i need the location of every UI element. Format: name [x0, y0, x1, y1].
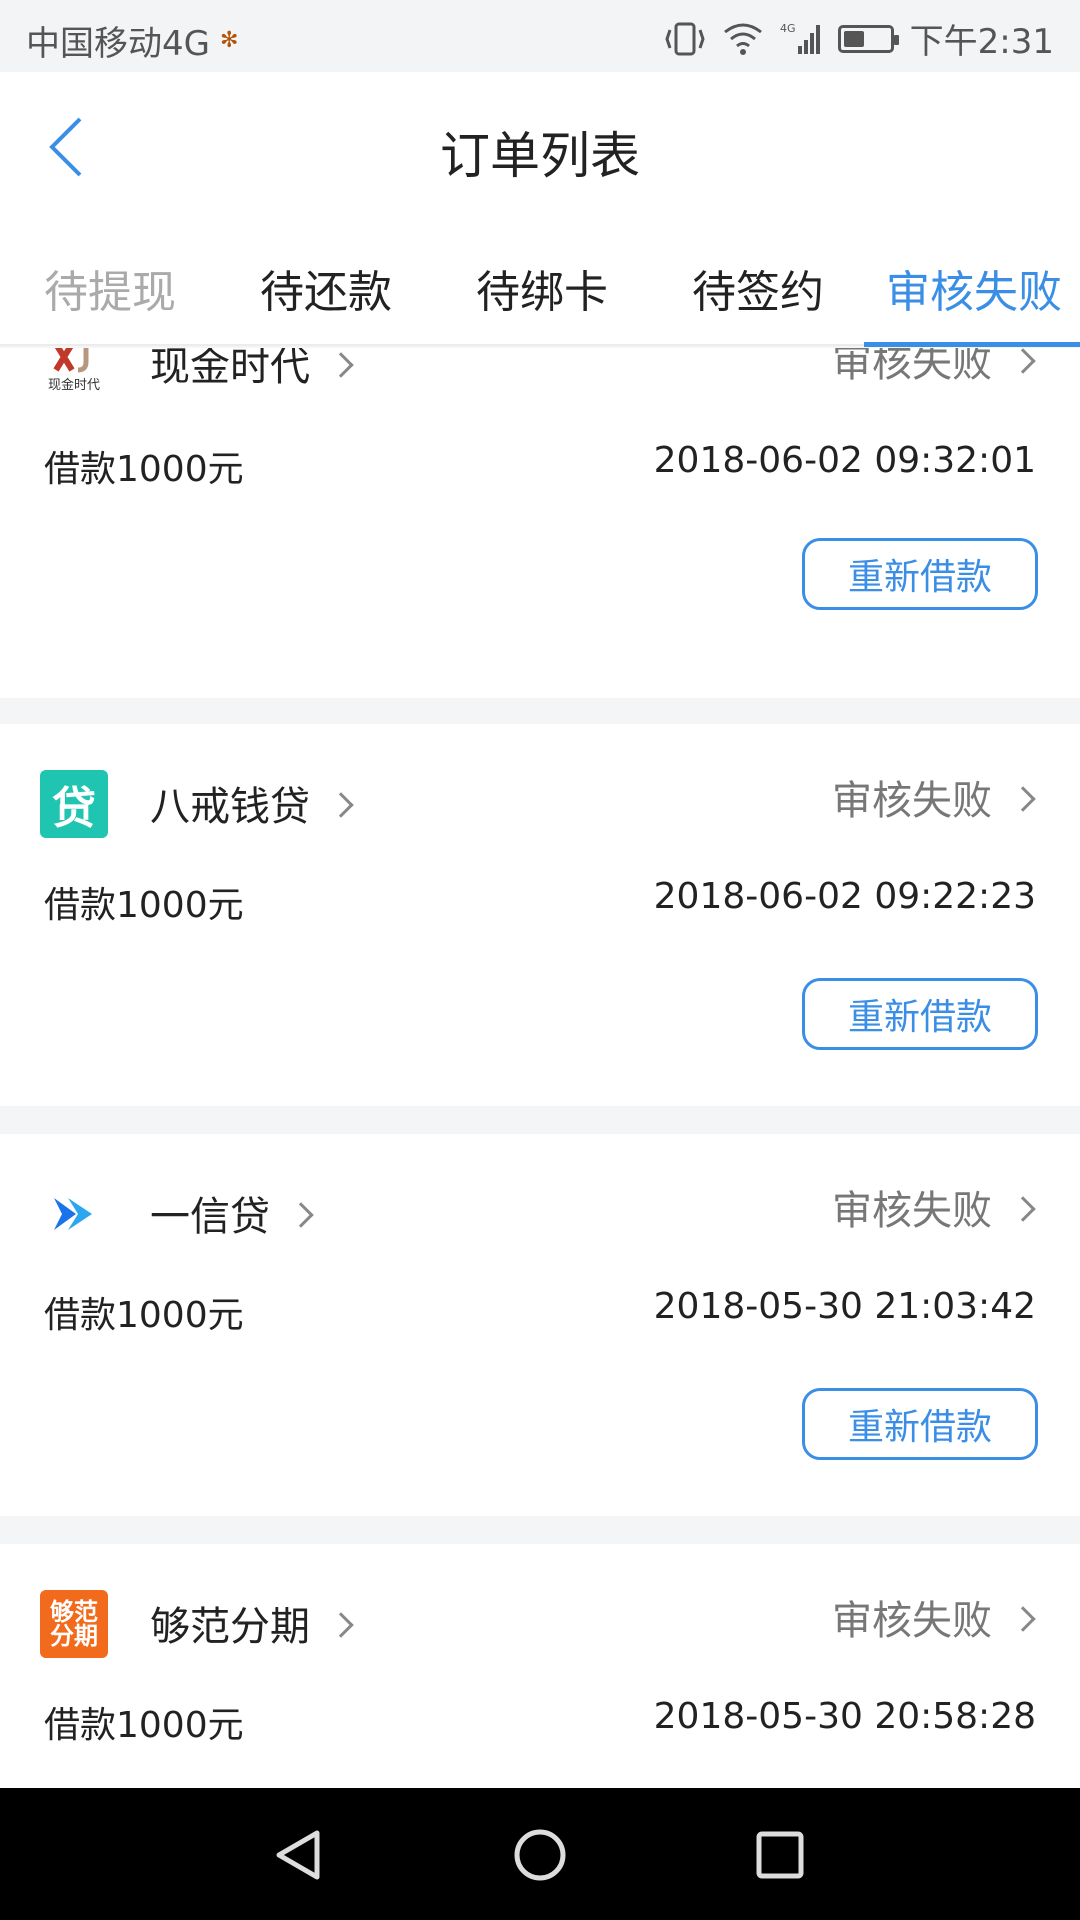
- nav-back-button[interactable]: [264, 1820, 334, 1890]
- notification-icon: ✻: [219, 28, 239, 53]
- order-card: 贷 八戒钱贷 审核失败 借款1000元 2018-06-02 09:22:23 …: [0, 724, 1080, 1106]
- tab-pending-withdraw[interactable]: 待提现: [44, 256, 176, 320]
- nav-recents-button[interactable]: [745, 1820, 815, 1890]
- chevron-double-right-icon: [54, 1198, 92, 1230]
- tab-review-failed[interactable]: 审核失败: [886, 256, 1062, 320]
- lender-name[interactable]: 一信贷: [150, 1184, 314, 1242]
- order-status[interactable]: 审核失败: [832, 768, 1036, 826]
- order-date: 2018-05-30 21:03:42: [653, 1286, 1036, 1327]
- app-header: 订单列表: [0, 72, 1080, 220]
- order-date: 2018-06-02 09:22:23: [653, 876, 1036, 917]
- lender-name[interactable]: 现金时代: [150, 348, 354, 392]
- chevron-right-icon: [1010, 348, 1036, 374]
- chevron-right-icon: [328, 352, 354, 378]
- loan-amount: 借款1000元: [44, 885, 244, 926]
- order-status[interactable]: 审核失败: [832, 1178, 1036, 1236]
- chevron-right-icon: [288, 1202, 314, 1228]
- lender-name[interactable]: 八戒钱贷: [150, 774, 354, 832]
- loan-amount: 借款1000元: [44, 1295, 244, 1336]
- order-status[interactable]: 审核失败: [832, 1588, 1036, 1646]
- xj-logo-icon: [53, 348, 89, 372]
- reapply-button[interactable]: 重新借款: [802, 1388, 1038, 1460]
- reapply-button[interactable]: 重新借款: [802, 978, 1038, 1050]
- chevron-right-icon: [328, 792, 354, 818]
- chevron-right-icon: [1010, 786, 1036, 812]
- logo-text-top: 够范: [50, 1598, 98, 1626]
- order-card: 现金时代 现金时代 审核失败 借款1000元 2018-06-02 09:32:…: [0, 348, 1080, 698]
- chevron-right-icon: [1010, 1606, 1036, 1632]
- logo-glyph: 贷: [52, 783, 96, 834]
- order-card: 一信贷 审核失败 借款1000元 2018-05-30 21:03:42 重新借…: [0, 1134, 1080, 1516]
- wifi-icon: [722, 20, 764, 58]
- system-nav-bar: [0, 1788, 1080, 1920]
- loan-amount: 借款1000元: [44, 449, 244, 490]
- order-date: 2018-06-02 09:32:01: [653, 440, 1036, 481]
- signal-icon: 4G: [780, 20, 822, 58]
- logo-yixindai: [40, 1180, 108, 1248]
- logo-text-bottom: 分期: [50, 1622, 98, 1650]
- logo-goufanfenqi: 够范 分期: [40, 1590, 108, 1658]
- square-recents-icon: [756, 1831, 804, 1879]
- triangle-back-icon: [276, 1830, 320, 1880]
- lender-name[interactable]: 够范分期: [150, 1594, 354, 1652]
- loan-amount: 借款1000元: [44, 1705, 244, 1746]
- chevron-right-icon: [1010, 1196, 1036, 1222]
- network-type-label: 4G: [780, 22, 796, 35]
- order-list[interactable]: 现金时代 现金时代 审核失败 借款1000元 2018-06-02 09:32:…: [0, 348, 1080, 1788]
- order-status[interactable]: 审核失败: [832, 348, 1036, 388]
- logo-caption: 现金时代: [47, 377, 100, 393]
- nav-home-button[interactable]: [505, 1820, 575, 1890]
- tab-pending-sign[interactable]: 待签约: [692, 256, 824, 320]
- chevron-right-icon: [328, 1612, 354, 1638]
- order-card: 够范 分期 够范分期 审核失败 借款1000元 2018-05-30 20:58…: [0, 1544, 1080, 1788]
- status-tabs: 待提现 待还款 待绑卡 待签约 审核失败: [0, 220, 1080, 347]
- vibrate-icon: [664, 20, 706, 58]
- battery-icon: [837, 24, 899, 53]
- logo-xianjinshidai: 现金时代: [40, 348, 108, 400]
- active-tab-indicator: [864, 342, 1080, 347]
- clock-label: 下午2:31: [909, 22, 1054, 62]
- circle-home-icon: [514, 1829, 566, 1881]
- logo-bajieqiandai: 贷: [40, 770, 108, 838]
- carrier-label: 中国移动4G: [26, 24, 210, 64]
- order-date: 2018-05-30 20:58:28: [653, 1696, 1036, 1737]
- status-bar: 中国移动4G ✻ 4G 下午2:31: [0, 0, 1080, 72]
- reapply-button[interactable]: 重新借款: [802, 538, 1038, 610]
- tab-pending-repay[interactable]: 待还款: [260, 256, 392, 320]
- tab-pending-bind-card[interactable]: 待绑卡: [476, 256, 608, 320]
- page-title: 订单列表: [440, 127, 640, 185]
